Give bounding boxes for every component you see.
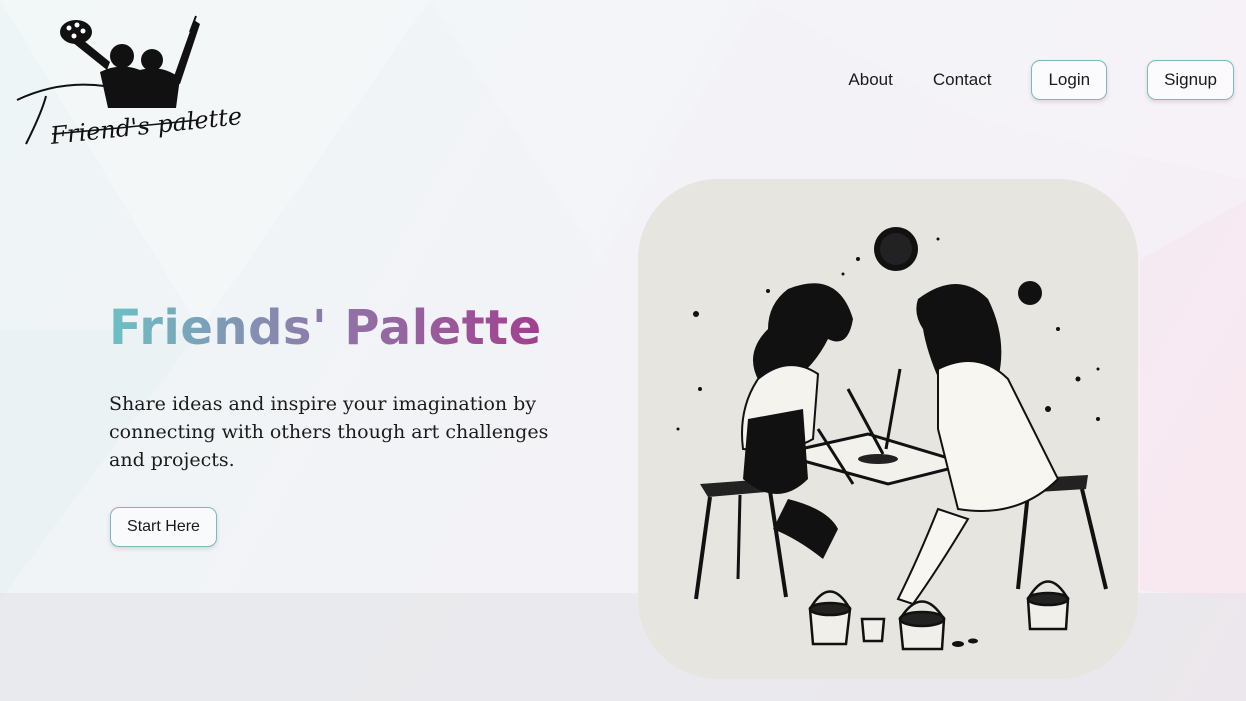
hero-title: Friends' Palette (109, 300, 542, 356)
top-nav: About Contact Login Signup (848, 60, 1234, 100)
nav-link-contact[interactable]: Contact (933, 70, 992, 90)
brand-logo[interactable]: Friend's palette (12, 12, 243, 152)
girls-painting-illustration-icon (638, 179, 1138, 679)
nav-link-about[interactable]: About (848, 70, 892, 90)
login-button[interactable]: Login (1031, 60, 1108, 100)
hero-artwork (638, 179, 1138, 679)
start-here-button[interactable]: Start Here (110, 507, 217, 547)
hero-subtitle: Share ideas and inspire your imagination… (109, 393, 549, 471)
signup-button[interactable]: Signup (1147, 60, 1234, 100)
